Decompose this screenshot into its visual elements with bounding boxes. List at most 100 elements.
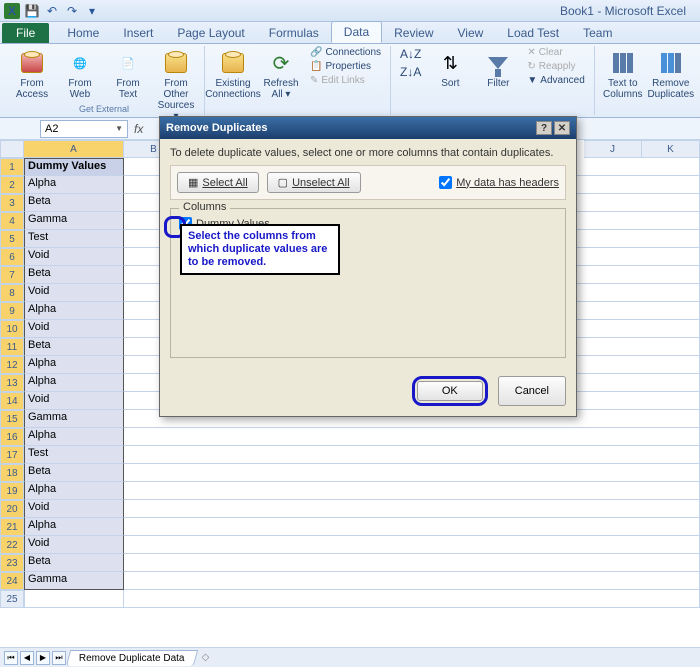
cell[interactable] xyxy=(124,554,700,572)
table-row[interactable]: 25 xyxy=(0,590,700,608)
tab-formulas[interactable]: Formulas xyxy=(257,23,331,43)
cell[interactable]: Alpha xyxy=(24,302,124,320)
cell[interactable] xyxy=(124,482,700,500)
sheet-nav-first[interactable]: ⏮ xyxy=(4,651,18,665)
filter-button[interactable]: Filter xyxy=(476,46,520,92)
sort-za-button[interactable]: Z↓A xyxy=(397,64,424,80)
cell[interactable]: Void xyxy=(24,320,124,338)
sort-az-button[interactable]: A↓Z xyxy=(397,46,424,62)
cell[interactable]: Test xyxy=(24,446,124,464)
cell[interactable]: Beta xyxy=(24,194,124,212)
file-tab[interactable]: File xyxy=(2,23,49,43)
reapply-button[interactable]: ↻ Reapply xyxy=(524,60,587,73)
ok-button[interactable]: OK xyxy=(417,381,483,401)
cell[interactable]: Alpha xyxy=(24,176,124,194)
redo-icon[interactable]: ↷ xyxy=(64,3,80,19)
cell[interactable]: Void xyxy=(24,248,124,266)
cell[interactable]: Alpha xyxy=(24,518,124,536)
existing-connections-button[interactable]: ExistingConnections xyxy=(211,46,255,103)
tab-page-layout[interactable]: Page Layout xyxy=(165,23,256,43)
cell[interactable] xyxy=(124,464,700,482)
row-header[interactable]: 3 xyxy=(0,194,24,212)
headers-checkbox[interactable] xyxy=(439,176,452,189)
cell[interactable] xyxy=(124,446,700,464)
tab-home[interactable]: Home xyxy=(55,23,111,43)
table-row[interactable]: 17Test xyxy=(0,446,700,464)
cell[interactable] xyxy=(124,536,700,554)
cancel-button[interactable]: Cancel xyxy=(498,376,566,406)
col-header-a[interactable]: A xyxy=(24,140,124,158)
table-row[interactable]: 22Void xyxy=(0,536,700,554)
row-header[interactable]: 23 xyxy=(0,554,24,572)
clear-button[interactable]: ✕ Clear xyxy=(524,46,587,59)
tab-data[interactable]: Data xyxy=(331,21,382,43)
chevron-down-icon[interactable]: ▼ xyxy=(115,124,123,133)
tab-review[interactable]: Review xyxy=(382,23,445,43)
row-header[interactable]: 22 xyxy=(0,536,24,554)
remove-duplicates-button[interactable]: RemoveDuplicates xyxy=(649,46,693,103)
row-header[interactable]: 24 xyxy=(0,572,24,590)
text-to-columns-button[interactable]: Text toColumns xyxy=(601,46,645,103)
unselect-all-button[interactable]: ▢Unselect All xyxy=(267,172,361,193)
sheet-nav-last[interactable]: ⏭ xyxy=(52,651,66,665)
cell[interactable]: Gamma xyxy=(24,212,124,230)
cell[interactable]: Void xyxy=(24,536,124,554)
cell[interactable]: Alpha xyxy=(24,374,124,392)
cell[interactable] xyxy=(124,518,700,536)
cell[interactable] xyxy=(124,428,700,446)
advanced-button[interactable]: ▼ Advanced xyxy=(524,74,587,87)
col-header-j[interactable]: J xyxy=(584,140,642,158)
table-row[interactable]: 18Beta xyxy=(0,464,700,482)
qat-more-icon[interactable]: ▾ xyxy=(84,3,100,19)
tab-team[interactable]: Team xyxy=(571,23,624,43)
save-icon[interactable]: 💾 xyxy=(24,3,40,19)
cell[interactable] xyxy=(124,590,700,608)
close-icon[interactable]: ✕ xyxy=(554,121,570,135)
row-header[interactable]: 12 xyxy=(0,356,24,374)
cell[interactable] xyxy=(124,572,700,590)
row-header[interactable]: 21 xyxy=(0,518,24,536)
cell[interactable]: Beta xyxy=(24,266,124,284)
table-row[interactable]: 24Gamma xyxy=(0,572,700,590)
row-header[interactable]: 7 xyxy=(0,266,24,284)
help-icon[interactable]: ? xyxy=(536,121,552,135)
row-header[interactable]: 5 xyxy=(0,230,24,248)
tab-insert[interactable]: Insert xyxy=(111,23,165,43)
row-header[interactable]: 16 xyxy=(0,428,24,446)
undo-icon[interactable]: ↶ xyxy=(44,3,60,19)
row-header[interactable]: 10 xyxy=(0,320,24,338)
row-header[interactable]: 18 xyxy=(0,464,24,482)
select-all-corner[interactable] xyxy=(0,140,24,158)
sheet-nav-next[interactable]: ▶ xyxy=(36,651,50,665)
row-header[interactable]: 14 xyxy=(0,392,24,410)
sort-button[interactable]: ⇅Sort xyxy=(428,46,472,92)
cell[interactable]: Beta xyxy=(24,554,124,572)
cell[interactable]: Beta xyxy=(24,464,124,482)
tab-view[interactable]: View xyxy=(446,23,496,43)
row-header[interactable]: 1 xyxy=(0,158,24,176)
properties-button[interactable]: 📋 Properties xyxy=(307,60,384,73)
select-all-button[interactable]: ▦Select All xyxy=(177,172,259,193)
tab-load-test[interactable]: Load Test xyxy=(495,23,571,43)
sheet-nav-prev[interactable]: ◀ xyxy=(20,651,34,665)
table-row[interactable]: 21Alpha xyxy=(0,518,700,536)
col-header-k[interactable]: K xyxy=(642,140,700,158)
dialog-titlebar[interactable]: Remove Duplicates ? ✕ xyxy=(160,117,576,139)
cell[interactable]: Void xyxy=(24,284,124,302)
new-sheet-icon[interactable]: ◇ xyxy=(202,652,210,663)
row-header[interactable]: 19 xyxy=(0,482,24,500)
edit-links-button[interactable]: ✎ Edit Links xyxy=(307,74,384,87)
row-header[interactable]: 13 xyxy=(0,374,24,392)
headers-checkbox-wrap[interactable]: My data has headers xyxy=(439,176,559,189)
cell[interactable]: Test xyxy=(24,230,124,248)
cell[interactable]: Alpha xyxy=(24,428,124,446)
table-row[interactable]: 19Alpha xyxy=(0,482,700,500)
row-header[interactable]: 9 xyxy=(0,302,24,320)
cell[interactable]: Gamma xyxy=(24,572,124,590)
table-row[interactable]: 16Alpha xyxy=(0,428,700,446)
cell[interactable]: Gamma xyxy=(24,410,124,428)
row-header[interactable]: 25 xyxy=(0,590,24,608)
cell[interactable]: Alpha xyxy=(24,356,124,374)
row-header[interactable]: 20 xyxy=(0,500,24,518)
row-header[interactable]: 2 xyxy=(0,176,24,194)
